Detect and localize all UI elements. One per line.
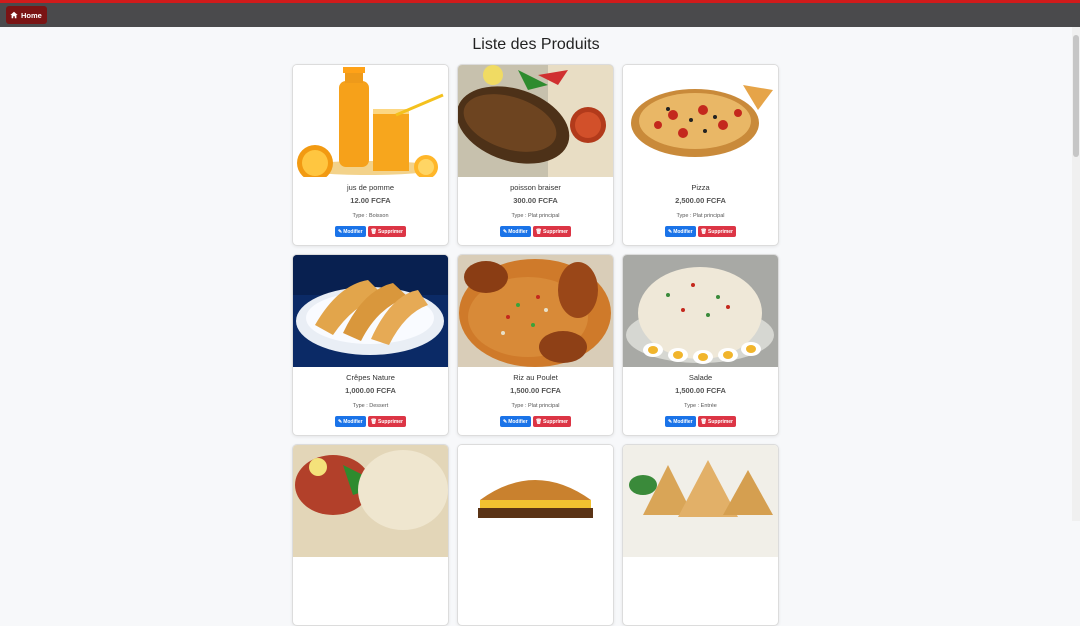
product-image: [623, 255, 778, 367]
edit-icon: ✎: [667, 418, 673, 425]
edit-icon: ✎: [502, 228, 508, 235]
product-type: Type : Entrée: [684, 403, 717, 409]
product-image: [623, 445, 778, 557]
edit-icon: ✎: [502, 418, 508, 425]
product-price: 1,500.00 FCFA: [675, 386, 726, 395]
product-price: 1,000.00 FCFA: [345, 386, 396, 395]
product-price: 12.00 FCFA: [350, 196, 391, 205]
samosa-image: [623, 445, 778, 557]
trash-icon: 🗑: [535, 228, 542, 235]
pizza-image: [623, 65, 778, 177]
product-type: Type : Plat principal: [676, 213, 725, 219]
edit-label: Modifier: [343, 418, 363, 425]
delete-button[interactable]: 🗑 Supprimer: [697, 226, 737, 237]
product-name: Pizza: [691, 183, 710, 192]
page-title: Liste des Produits: [472, 36, 600, 53]
edit-label: Modifier: [508, 228, 528, 235]
edit-button[interactable]: ✎ Modifier: [499, 416, 531, 427]
edit-button[interactable]: ✎ Modifier: [499, 226, 531, 237]
trash-icon: 🗑: [700, 228, 707, 235]
product-card: jus de pomme 12.00 FCFA Type : Boisson ✎…: [292, 64, 449, 246]
trash-icon: 🗑: [370, 418, 377, 425]
edit-button[interactable]: ✎ Modifier: [664, 416, 696, 427]
product-card: [292, 444, 449, 626]
fish-rice-image: [293, 445, 448, 557]
product-name: poisson braiser: [510, 183, 561, 192]
edit-button[interactable]: ✎ Modifier: [334, 416, 366, 427]
edit-icon: ✎: [667, 228, 673, 235]
burger-image: [458, 445, 613, 557]
trash-icon: 🗑: [700, 418, 707, 425]
product-card: [622, 444, 779, 626]
product-card: Pizza 2,500.00 FCFA Type : Plat principa…: [622, 64, 779, 246]
trash-icon: 🗑: [535, 418, 542, 425]
product-price: 1,500.00 FCFA: [510, 386, 561, 395]
product-image: [458, 255, 613, 367]
home-button[interactable]: Home: [6, 6, 47, 24]
product-name: Salade: [688, 373, 713, 382]
product-card: [457, 444, 614, 626]
edit-label: Modifier: [343, 228, 363, 235]
product-type: Type : Dessert: [352, 403, 389, 409]
product-type: Type : Plat principal: [511, 403, 560, 409]
home-icon: [10, 11, 18, 19]
product-name: Riz au Poulet: [513, 373, 558, 382]
scrollbar-thumb[interactable]: [1073, 35, 1079, 157]
edit-label: Modifier: [673, 228, 693, 235]
product-image: [458, 445, 613, 557]
salad-image: [623, 255, 778, 367]
product-image: [293, 445, 448, 557]
product-image: [458, 65, 613, 177]
product-type: Type : Plat principal: [511, 213, 560, 219]
product-card: Crêpes Nature 1,000.00 FCFA Type : Desse…: [292, 254, 449, 436]
crepes-image: [293, 255, 448, 367]
delete-button[interactable]: 🗑 Supprimer: [367, 416, 407, 427]
delete-label: Supprimer: [543, 228, 569, 235]
delete-button[interactable]: 🗑 Supprimer: [532, 416, 572, 427]
product-name: Crêpes Nature: [346, 373, 395, 382]
delete-label: Supprimer: [708, 418, 734, 425]
rice-chicken-image: [458, 255, 613, 367]
product-card: Riz au Poulet 1,500.00 FCFA Type : Plat …: [457, 254, 614, 436]
edit-button[interactable]: ✎ Modifier: [334, 226, 366, 237]
edit-label: Modifier: [508, 418, 528, 425]
delete-label: Supprimer: [543, 418, 569, 425]
delete-label: Supprimer: [378, 418, 404, 425]
product-price: 300.00 FCFA: [513, 196, 558, 205]
product-image: [293, 255, 448, 367]
edit-button[interactable]: ✎ Modifier: [664, 226, 696, 237]
edit-label: Modifier: [673, 418, 693, 425]
product-type: Type : Boisson: [352, 213, 389, 219]
edit-icon: ✎: [337, 418, 343, 425]
product-price: 2,500.00 FCFA: [675, 196, 726, 205]
product-image: [623, 65, 778, 177]
delete-button[interactable]: 🗑 Supprimer: [697, 416, 737, 427]
navbar: Home: [0, 3, 1080, 27]
delete-label: Supprimer: [708, 228, 734, 235]
product-image: [293, 65, 448, 177]
product-card: Salade 1,500.00 FCFA Type : Entrée ✎ Modi…: [622, 254, 779, 436]
product-name: jus de pomme: [346, 183, 395, 192]
delete-label: Supprimer: [378, 228, 404, 235]
trash-icon: 🗑: [370, 228, 377, 235]
juice-image: [293, 65, 448, 177]
edit-icon: ✎: [337, 228, 343, 235]
home-label: Home: [21, 10, 42, 20]
grilled-fish-image: [458, 65, 613, 177]
delete-button[interactable]: 🗑 Supprimer: [367, 226, 407, 237]
product-card: poisson braiser 300.00 FCFA Type : Plat …: [457, 64, 614, 246]
delete-button[interactable]: 🗑 Supprimer: [532, 226, 572, 237]
